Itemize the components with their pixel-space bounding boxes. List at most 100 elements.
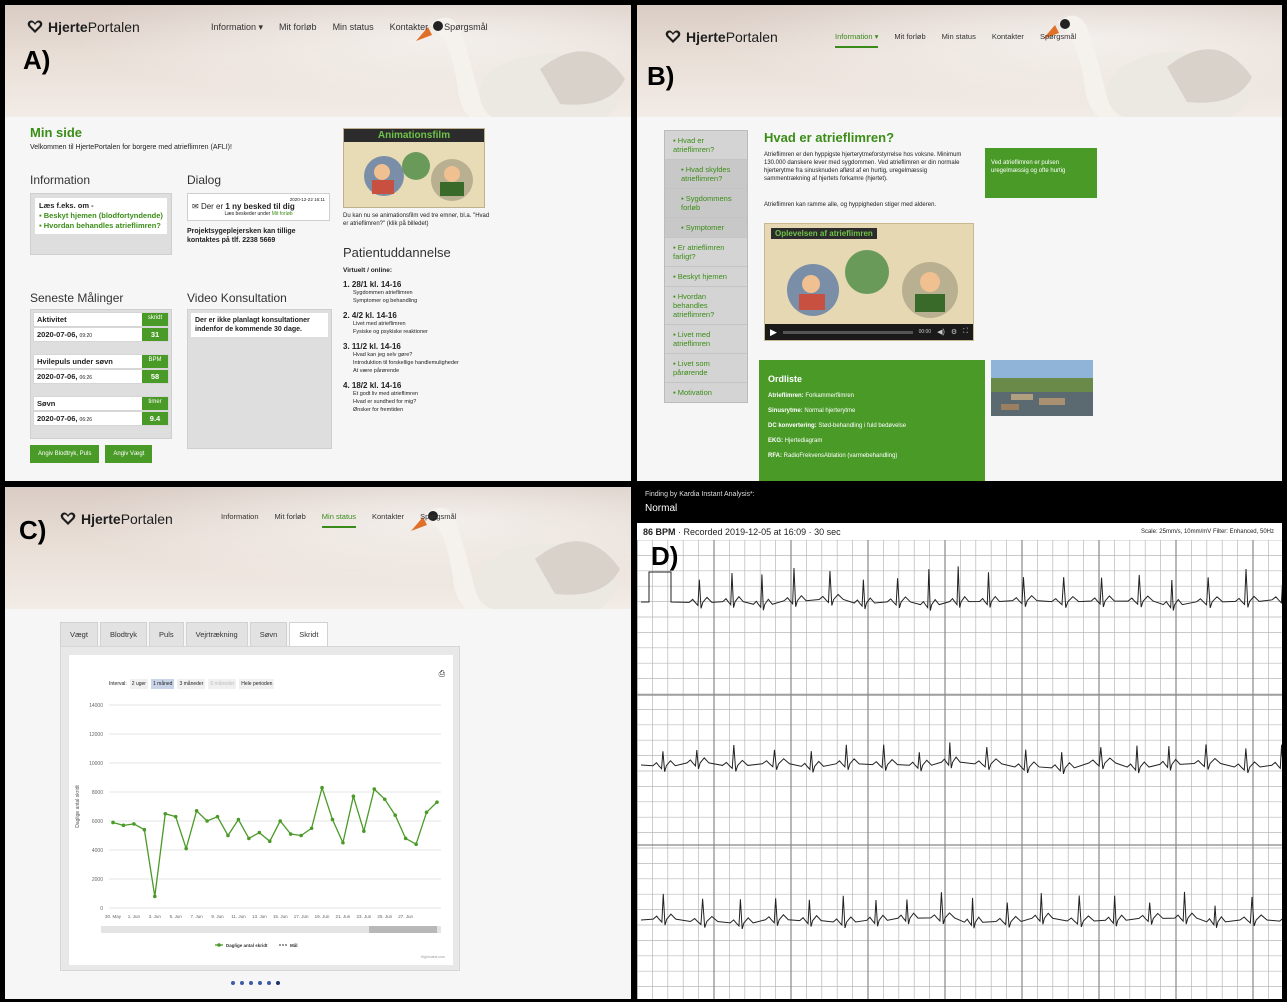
nav-information[interactable]: Information	[221, 512, 259, 528]
y-tick-label: 10000	[89, 761, 103, 767]
nav-sporgsmal[interactable]: Spørgsmål	[444, 22, 488, 38]
tab-sovn[interactable]: Søvn	[249, 622, 288, 647]
chart-legend: Daglige antal skridt Mål	[215, 942, 298, 948]
video-player[interactable]: Oplevelsen af atrieflimren ▶ 00:00 ◀) ⚙ …	[764, 223, 974, 341]
side-nav-subitem[interactable]: ▪ Hvad skyldes atrieflimren?	[665, 160, 747, 189]
volume-icon[interactable]: ◀)	[937, 328, 945, 336]
tab-skridt[interactable]: Skridt	[289, 622, 329, 647]
finding-result: Normal	[645, 503, 678, 514]
side-nav-item[interactable]: ▪ Hvordan behandles atrieflimren?	[665, 287, 747, 325]
nav-min-status[interactable]: Min status	[333, 22, 374, 38]
finding-label: Finding by Kardia Instant Analysis*:	[645, 491, 755, 498]
side-nav-subitem[interactable]: ▪ Sygdommens forløb	[665, 189, 747, 218]
tab-puls[interactable]: Puls	[149, 622, 184, 647]
page-dot[interactable]	[249, 981, 253, 985]
x-tick-label: 17. Jun	[294, 914, 309, 919]
range-3-months[interactable]: 3 måneder	[177, 679, 206, 689]
glossary-box: Ordliste Atrieflimren: Forkammerflimren …	[759, 360, 985, 481]
dialog-message-box[interactable]: 2020-12-22 16:11 ✉ Der er 1 ny besked ti…	[187, 193, 330, 221]
page-dot[interactable]	[258, 981, 262, 985]
x-tick-label: 21. Jun	[336, 914, 351, 919]
edu-subheading: Virtuelt / online:	[343, 267, 392, 274]
heart-logo-icon	[60, 512, 76, 525]
chart-menu-icon[interactable]: ⎙	[439, 669, 445, 679]
settings-icon[interactable]: ⚙	[951, 328, 957, 336]
steps-data-point	[288, 832, 293, 836]
range-6-months[interactable]: 6 måneder	[208, 679, 237, 689]
y-tick-label: 4000	[92, 848, 103, 854]
page-dot[interactable]	[231, 981, 235, 985]
brand-logo[interactable]: HjertePortalen	[60, 511, 173, 527]
nav-mit-forlob[interactable]: Mit forløb	[275, 512, 306, 528]
x-tick-label: 15. Jun	[273, 914, 288, 919]
info-link-behandling[interactable]: ▪ Hvordan behandles atrieflimren?	[39, 221, 163, 231]
nav-mit-forlob[interactable]: Mit forløb	[279, 22, 317, 38]
range-2-weeks[interactable]: 2 uger	[129, 679, 148, 689]
side-nav-item[interactable]: ▪ Motivation	[665, 383, 747, 402]
range-all[interactable]: Hele perioden	[239, 679, 275, 689]
steps-data-point	[403, 836, 408, 841]
ekg-trace	[640, 891, 1282, 930]
tab-vejrtraekning[interactable]: Vejrtrækning	[185, 622, 248, 647]
side-nav-item[interactable]: ▪ Livet med atrieflimren	[665, 325, 747, 354]
nav-min-status[interactable]: Min status	[942, 32, 976, 48]
hero-banner: HjertePortalen Information Mit forløb Mi…	[5, 487, 631, 609]
park-photo	[991, 360, 1093, 416]
fullscreen-icon[interactable]: ⛶	[963, 328, 968, 336]
steps-data-point	[226, 833, 230, 838]
swan-image	[1043, 15, 1252, 117]
page-dot-active[interactable]	[276, 981, 280, 985]
y-tick-label: 2000	[92, 877, 103, 883]
ekg-trace	[641, 566, 1282, 611]
side-nav-item[interactable]: ▪ Hvad er atrieflimren?	[665, 131, 747, 160]
nav-information[interactable]: Information ▾	[211, 22, 263, 38]
panel-c: HjertePortalen Information Mit forløb Mi…	[5, 487, 631, 999]
chart-credits: Highcharts.com	[421, 955, 445, 959]
animation-film-thumbnail[interactable]: Animationsfilm	[343, 128, 485, 208]
side-nav-subitem[interactable]: ▪ Symptomer	[665, 218, 747, 238]
main-nav: Information ▾ Mit forløb Min status Kont…	[835, 32, 1076, 48]
glossary-item: Atrieflimren: Forkammerflimren	[768, 393, 855, 399]
edu-list: 1. 28/1 kl. 14-16 Sygdommen atrieflimren S…	[343, 280, 493, 420]
side-nav-item[interactable]: ▪ Livet som pårørende	[665, 354, 747, 383]
nav-min-status[interactable]: Min status	[321, 512, 356, 528]
page-dot[interactable]	[240, 981, 244, 985]
video-progress-bar[interactable]	[782, 330, 913, 334]
legend-series-label: Daglige antal skridt	[226, 943, 268, 948]
side-nav: ▪ Hvad er atrieflimren? ▪ Hvad skyldes a…	[664, 130, 748, 403]
tab-vaegt[interactable]: Vægt	[60, 622, 98, 647]
steps-data-point	[111, 820, 115, 825]
mit-forlob-link[interactable]: Mit forløb	[272, 211, 293, 217]
video-consultation-box: Der er ikke planlagt konsultationer inde…	[187, 309, 332, 449]
measurement-activity: Aktivitet skridt 2020-07-06, 09:20 31	[33, 312, 169, 342]
side-nav-item[interactable]: ▪ Er atrieflimren farligt?	[665, 238, 747, 267]
steps-data-point	[362, 829, 366, 833]
nav-kontakter[interactable]: Kontakter	[372, 512, 404, 528]
x-tick-label: 19. Jun	[315, 914, 330, 919]
side-nav-item[interactable]: ▪ Beskyt hjemen	[665, 267, 747, 287]
page-dot[interactable]	[267, 981, 271, 985]
steps-data-point	[330, 817, 335, 822]
panel-label-b: B)	[647, 61, 675, 91]
x-tick-label: 1. Jun	[128, 914, 141, 919]
nav-kontakter[interactable]: Kontakter	[390, 22, 429, 38]
main-nav: Information Mit forløb Min status Kontak…	[221, 512, 456, 528]
glossary-item: EKG: Hjertediagram	[768, 438, 823, 444]
edu-item: 4. 18/2 kl. 14-16 Et godt liv med atriefl…	[343, 381, 419, 413]
nav-mit-forlob[interactable]: Mit forløb	[894, 32, 925, 48]
brand-logo[interactable]: HjertePortalen	[665, 29, 778, 45]
nav-sporgsmal[interactable]: Spørgsmål	[420, 512, 456, 528]
swan-image	[411, 507, 620, 609]
enter-weight-button[interactable]: Angiv Vægt	[105, 445, 153, 463]
steps-data-point	[121, 823, 126, 828]
nav-information[interactable]: Information ▾	[835, 32, 879, 48]
nav-kontakter[interactable]: Kontakter	[992, 32, 1024, 48]
play-icon[interactable]: ▶	[770, 327, 777, 338]
nav-sporgsmal[interactable]: Spørgsmål	[1040, 32, 1076, 48]
legend-series-marker	[217, 943, 221, 947]
brand-logo[interactable]: HjertePortalen	[27, 19, 140, 35]
enter-blood-pressure-button[interactable]: Angiv Blodtryk, Puls	[30, 445, 100, 463]
tab-blodtryk[interactable]: Blodtryk	[99, 622, 148, 647]
info-link-beskyt[interactable]: ▪ Beskyt hjemen (blodfortyndende)	[39, 211, 163, 221]
range-1-month[interactable]: 1 måned	[150, 679, 175, 689]
